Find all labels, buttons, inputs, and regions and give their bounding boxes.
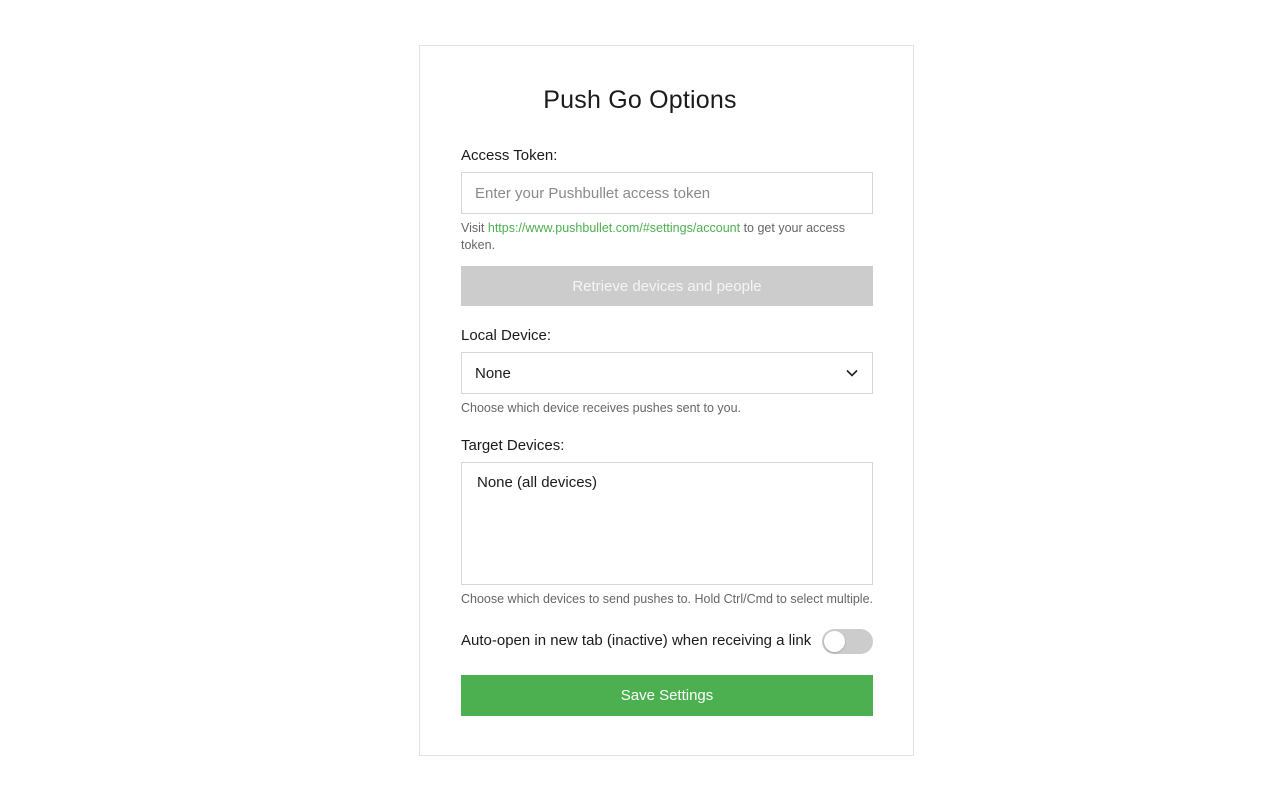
target-devices-label: Target Devices: bbox=[461, 437, 565, 454]
local-device-hint: Choose which device receives pushes sent… bbox=[461, 401, 742, 415]
pushbullet-settings-link[interactable]: https://www.pushbullet.com/#settings/acc… bbox=[488, 221, 740, 235]
access-token-hint: Visit https://www.pushbullet.com/#settin… bbox=[461, 220, 873, 254]
target-devices-hint: Choose which devices to send pushes to. … bbox=[461, 592, 873, 606]
access-token-label: Access Token: bbox=[461, 147, 558, 164]
toggle-knob bbox=[824, 631, 845, 652]
local-device-label: Local Device: bbox=[461, 327, 552, 344]
auto-open-label: Auto-open in new tab (inactive) when rec… bbox=[461, 632, 812, 649]
local-device-select[interactable]: None bbox=[461, 352, 873, 394]
save-settings-button[interactable]: Save Settings bbox=[461, 675, 873, 716]
target-device-option[interactable]: None (all devices) bbox=[477, 474, 857, 491]
access-token-hint-prefix: Visit bbox=[461, 221, 488, 235]
target-devices-listbox[interactable]: None (all devices) bbox=[461, 462, 873, 585]
page-title: Push Go Options bbox=[543, 86, 737, 114]
retrieve-devices-button[interactable]: Retrieve devices and people bbox=[461, 266, 873, 306]
chevron-down-icon bbox=[845, 366, 859, 380]
auto-open-toggle[interactable] bbox=[822, 629, 873, 654]
local-device-selected-value: None bbox=[475, 364, 511, 382]
access-token-input[interactable] bbox=[461, 172, 873, 214]
